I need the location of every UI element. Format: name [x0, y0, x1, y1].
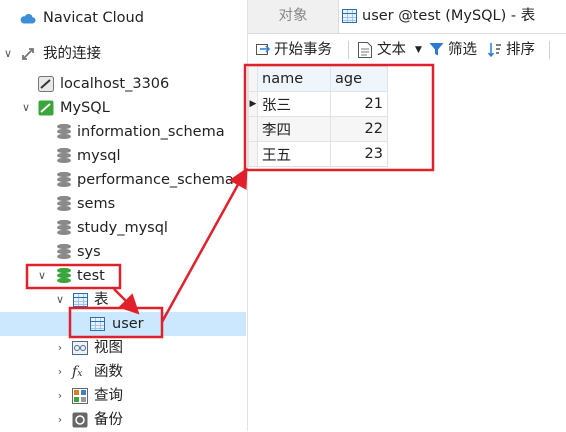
sort-label: 排序 — [506, 42, 535, 58]
result-grid: name age ▶ 张三 21 李四 22 王五 23 — [248, 66, 388, 167]
database-label: test — [77, 268, 105, 284]
table-row[interactable]: ▶ 张三 21 — [248, 91, 388, 117]
chevron-down-icon[interactable]: ∨ — [2, 42, 14, 66]
database-icon — [57, 124, 71, 140]
document-icon — [358, 42, 372, 58]
table-icon — [342, 9, 357, 23]
cell-name[interactable]: 李四 — [257, 116, 331, 142]
query-icon — [72, 388, 88, 404]
table-icon — [73, 293, 88, 307]
cell-name[interactable]: 张三 — [257, 91, 331, 117]
connection-label: MySQL — [60, 100, 110, 116]
database-label: sys — [77, 244, 101, 260]
tab-bar: 对象 user @test (MySQL) - 表 — [248, 0, 566, 34]
database-open-icon — [57, 268, 71, 284]
table-row[interactable]: 李四 22 — [248, 116, 388, 142]
chevron-down-icon[interactable]: ∨ — [36, 264, 48, 288]
queries-label: 查询 — [94, 388, 123, 404]
column-header-age[interactable]: age — [330, 66, 388, 92]
database-label: information_schema — [77, 124, 225, 140]
my-connections-label: 我的连接 — [43, 46, 101, 62]
chevron-right-icon[interactable]: › — [54, 384, 66, 408]
table-icon — [90, 317, 105, 331]
database-label: performance_schema — [77, 172, 234, 188]
functions-label: 函数 — [94, 364, 123, 380]
mysql-connection-icon — [38, 76, 54, 92]
chevron-right-icon[interactable]: › — [54, 336, 66, 360]
database-icon — [57, 196, 71, 212]
sort-icon — [488, 43, 501, 58]
database-icon — [57, 172, 71, 188]
view-icon — [72, 341, 88, 355]
header-row: name age — [248, 66, 388, 92]
database-label: study_mysql — [77, 220, 168, 236]
tab-label: user @test (MySQL) - 表 — [362, 8, 536, 24]
chevron-down-icon[interactable]: ∨ — [20, 96, 32, 120]
cell-name[interactable]: 王五 — [257, 141, 331, 167]
database-icon — [57, 220, 71, 236]
mysql-connection-active-icon — [38, 100, 54, 116]
backups-label: 备份 — [94, 412, 123, 428]
connection-label: localhost_3306 — [60, 76, 170, 92]
chevron-down-icon[interactable]: ∨ — [54, 288, 66, 312]
navigator-panel: Navicat Cloud ∨ 我的连接 localhost_3306 ∨ My… — [0, 0, 246, 431]
row-indicator-header — [248, 66, 258, 92]
filter-icon — [429, 43, 444, 56]
connection-icon — [22, 48, 34, 60]
table-label: user — [112, 316, 144, 332]
chevron-right-icon[interactable]: › — [54, 360, 66, 384]
tab-user-table[interactable]: user @test (MySQL) - 表 — [338, 0, 566, 33]
database-label: sems — [77, 196, 116, 212]
chevron-right-icon[interactable]: › — [54, 408, 66, 432]
filter-label: 筛选 — [448, 42, 477, 58]
transaction-icon — [256, 44, 271, 55]
database-label: mysql — [77, 148, 121, 164]
navicat-cloud-label: Navicat Cloud — [43, 10, 144, 26]
tab-objects[interactable]: 对象 — [248, 0, 338, 33]
cell-age[interactable]: 21 — [330, 91, 388, 117]
database-icon — [57, 148, 71, 164]
current-row-indicator-icon: ▶ — [248, 91, 258, 117]
text-dropdown-button[interactable]: 文本 ▼ — [358, 34, 422, 66]
cloud-icon — [20, 14, 36, 24]
toolbar-divider — [348, 41, 349, 59]
toolbar: 开始事务 文本 ▼ 筛选 排序 — [248, 34, 566, 67]
tables-label: 表 — [94, 292, 109, 308]
cell-age[interactable]: 22 — [330, 116, 388, 142]
database-icon — [57, 244, 71, 260]
text-label: 文本 — [377, 42, 406, 58]
toolbar-divider — [549, 41, 550, 59]
backup-icon — [72, 412, 88, 428]
views-label: 视图 — [94, 340, 123, 356]
column-header-name[interactable]: name — [257, 66, 331, 92]
row-indicator — [248, 116, 258, 142]
result-grid-area: name age ▶ 张三 21 李四 22 王五 23 — [248, 66, 566, 431]
begin-transaction-label: 开始事务 — [274, 42, 332, 58]
row-indicator — [248, 141, 258, 167]
function-icon: fx — [72, 364, 83, 380]
dropdown-caret-icon: ▼ — [415, 45, 422, 55]
table-row[interactable]: 王五 23 — [248, 141, 388, 167]
cell-age[interactable]: 23 — [330, 141, 388, 167]
